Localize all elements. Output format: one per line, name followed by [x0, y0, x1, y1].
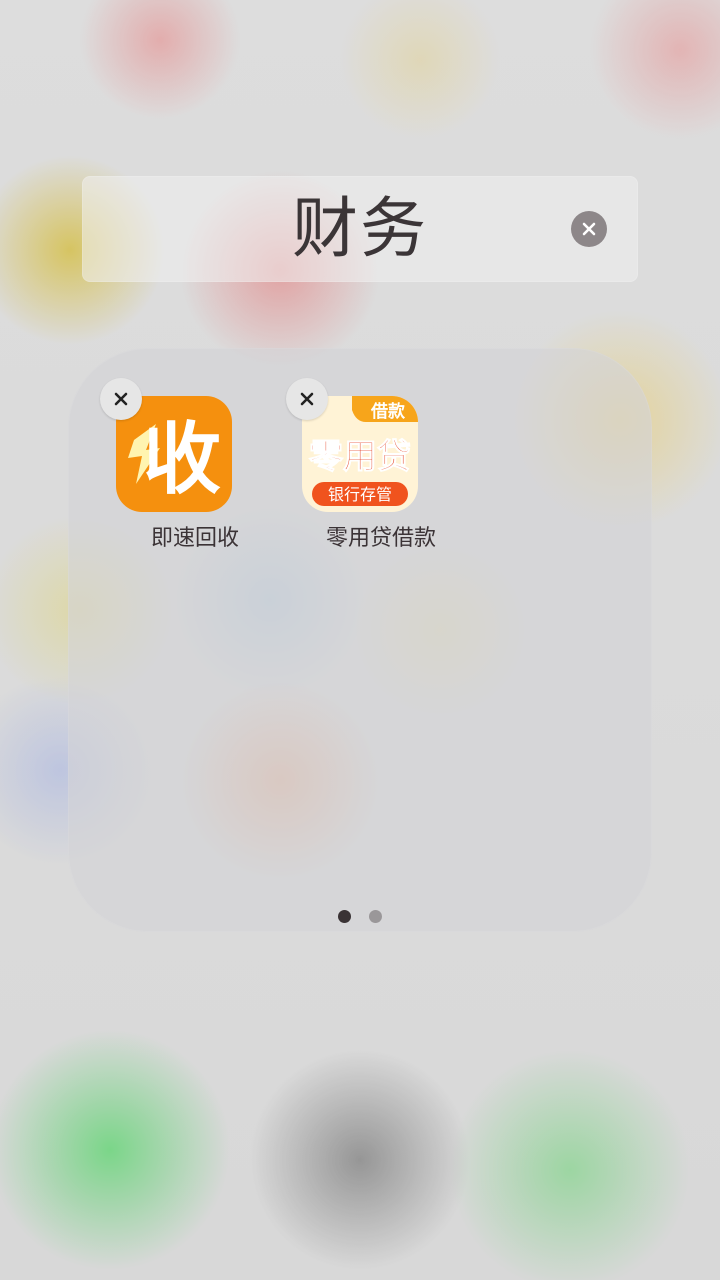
close-icon — [300, 392, 314, 406]
clear-title-button[interactable] — [571, 211, 607, 247]
app-icon-tag: 借款 — [370, 401, 406, 422]
delete-app-button[interactable] — [100, 378, 142, 420]
delete-app-button[interactable] — [286, 378, 328, 420]
page-indicator[interactable] — [0, 910, 720, 924]
page-dot-1[interactable] — [338, 910, 351, 923]
app-icon-glyph: 收 — [143, 415, 221, 505]
app-jisu-recycle[interactable]: 收 即速回收 — [100, 348, 250, 551]
app-icon-banner: 银行存管 — [328, 485, 392, 504]
app-label: 零用贷借款 — [325, 526, 436, 551]
close-icon — [114, 392, 128, 406]
folder-title-field[interactable]: 财务 — [82, 176, 638, 282]
folder-title[interactable]: 财务 — [82, 190, 638, 268]
app-lingyongdai-loan[interactable]: 借款 零用贷 银行存管 零用贷借款 — [286, 348, 436, 551]
page-dot-2[interactable] — [369, 910, 382, 923]
close-icon — [582, 222, 596, 236]
app-icon-glyph: 零用贷 — [309, 437, 411, 477]
